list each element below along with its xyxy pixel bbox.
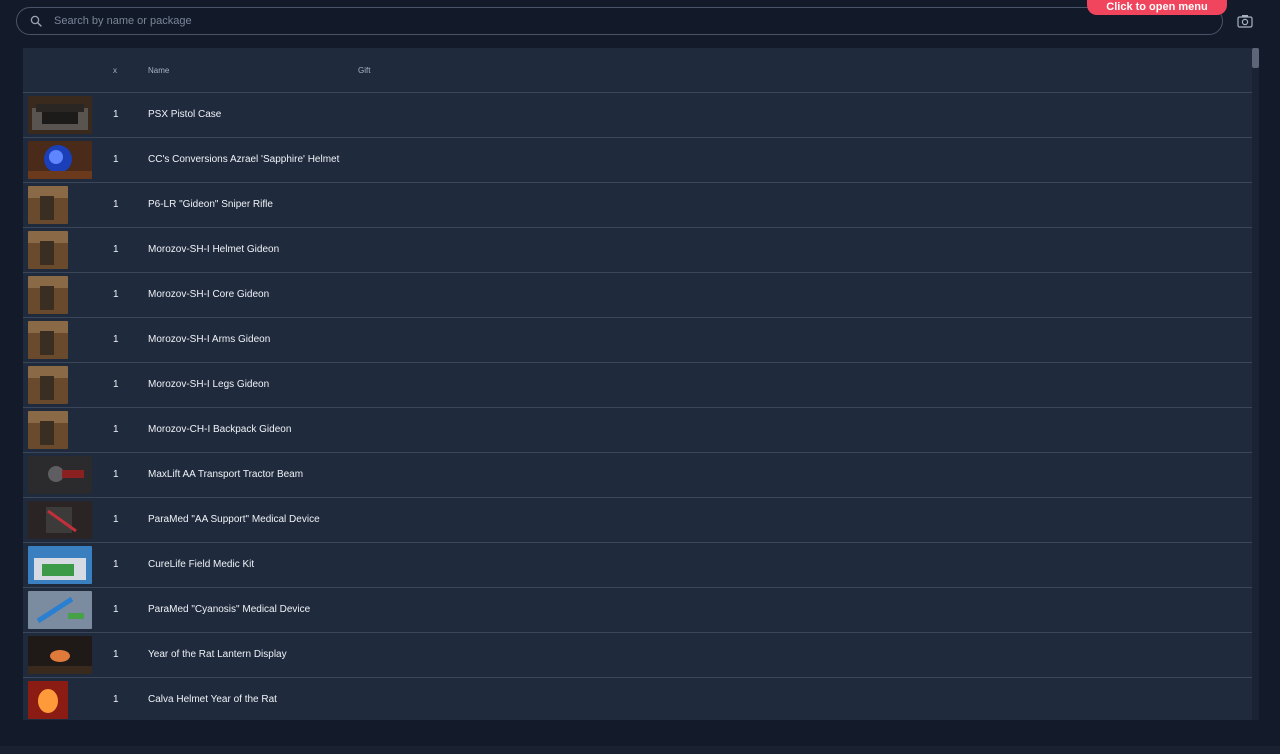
items-table: x Name Gift 1 PSX Pistol Case 1 CC's Con… xyxy=(23,48,1252,720)
item-quantity: 1 xyxy=(113,109,119,120)
table-scrollbar[interactable] xyxy=(1252,48,1259,720)
item-thumbnail xyxy=(28,141,92,179)
item-name: CureLife Field Medic Kit xyxy=(148,559,255,570)
open-menu-button[interactable]: Click to open menu xyxy=(1087,0,1227,15)
item-name: Morozov-SH-I Arms Gideon xyxy=(148,334,271,345)
table-row[interactable]: 1 Morozov-SH-I Core Gideon xyxy=(23,273,1252,318)
item-quantity: 1 xyxy=(113,424,119,435)
bottom-bar xyxy=(0,746,1280,754)
item-name: ParaMed "Cyanosis" Medical Device xyxy=(148,604,311,615)
column-header-name: Name xyxy=(148,66,170,75)
item-quantity: 1 xyxy=(113,604,119,615)
item-name: Calva Helmet Year of the Rat xyxy=(148,694,277,705)
table-row[interactable]: 1 P6-LR "Gideon" Sniper Rifle xyxy=(23,183,1252,228)
item-thumbnail xyxy=(28,96,92,134)
column-header-gift: Gift xyxy=(358,66,371,75)
item-thumbnail xyxy=(28,546,92,584)
table-row[interactable]: 1 CC's Conversions Azrael 'Sapphire' Hel… xyxy=(23,138,1252,183)
table-row[interactable]: 1 Morozov-SH-I Arms Gideon xyxy=(23,318,1252,363)
table-row[interactable]: 1 CureLife Field Medic Kit xyxy=(23,543,1252,588)
item-thumbnail xyxy=(28,366,68,404)
item-name: Morozov-SH-I Legs Gideon xyxy=(148,379,270,390)
item-quantity: 1 xyxy=(113,244,119,255)
item-name: CC's Conversions Azrael 'Sapphire' Helme… xyxy=(148,154,340,165)
item-quantity: 1 xyxy=(113,199,119,210)
screenshot-icon[interactable] xyxy=(1237,14,1253,28)
search-input[interactable] xyxy=(52,14,1222,28)
table-row[interactable]: 1 MaxLift AA Transport Tractor Beam xyxy=(23,453,1252,498)
table-row[interactable]: 1 Calva Helmet Year of the Rat xyxy=(23,678,1252,720)
item-thumbnail xyxy=(28,636,92,674)
item-thumbnail xyxy=(28,231,68,269)
table-row[interactable]: 1 Morozov-SH-I Legs Gideon xyxy=(23,363,1252,408)
search-bar[interactable] xyxy=(16,7,1223,35)
item-quantity: 1 xyxy=(113,649,119,660)
table-row[interactable]: 1 Morozov-SH-I Helmet Gideon xyxy=(23,228,1252,273)
item-thumbnail xyxy=(28,591,92,629)
item-quantity: 1 xyxy=(113,334,119,345)
item-name: Morozov-SH-I Core Gideon xyxy=(148,289,270,300)
table-row[interactable]: 1 ParaMed "Cyanosis" Medical Device xyxy=(23,588,1252,633)
item-name: Morozov-CH-I Backpack Gideon xyxy=(148,424,292,435)
item-thumbnail xyxy=(28,276,68,314)
item-quantity: 1 xyxy=(113,694,119,705)
item-thumbnail xyxy=(28,186,68,224)
item-quantity: 1 xyxy=(113,559,119,570)
table-row[interactable]: 1 Morozov-CH-I Backpack Gideon xyxy=(23,408,1252,453)
scrollbar-thumb[interactable] xyxy=(1252,48,1259,68)
pledge-items-page: Click to open menu x Name Gift 1 PSX xyxy=(0,0,1280,754)
table-row[interactable]: 1 PSX Pistol Case xyxy=(23,93,1252,138)
item-quantity: 1 xyxy=(113,514,119,525)
item-name: Morozov-SH-I Helmet Gideon xyxy=(148,244,280,255)
item-name: ParaMed "AA Support" Medical Device xyxy=(148,514,320,525)
item-thumbnail xyxy=(28,456,92,494)
item-thumbnail xyxy=(28,411,68,449)
item-quantity: 1 xyxy=(113,289,119,300)
item-name: P6-LR "Gideon" Sniper Rifle xyxy=(148,199,273,210)
item-quantity: 1 xyxy=(113,469,119,480)
item-name: PSX Pistol Case xyxy=(148,109,222,120)
item-name: Year of the Rat Lantern Display xyxy=(148,649,287,660)
item-name: MaxLift AA Transport Tractor Beam xyxy=(148,469,304,480)
column-header-x: x xyxy=(113,66,117,75)
search-icon xyxy=(29,14,43,28)
table-row[interactable]: 1 Year of the Rat Lantern Display xyxy=(23,633,1252,678)
item-quantity: 1 xyxy=(113,154,119,165)
item-thumbnail xyxy=(28,681,68,719)
table-row[interactable]: 1 ParaMed "AA Support" Medical Device xyxy=(23,498,1252,543)
table-header: x Name Gift xyxy=(23,48,1252,93)
item-thumbnail xyxy=(28,501,92,539)
item-thumbnail xyxy=(28,321,68,359)
item-quantity: 1 xyxy=(113,379,119,390)
